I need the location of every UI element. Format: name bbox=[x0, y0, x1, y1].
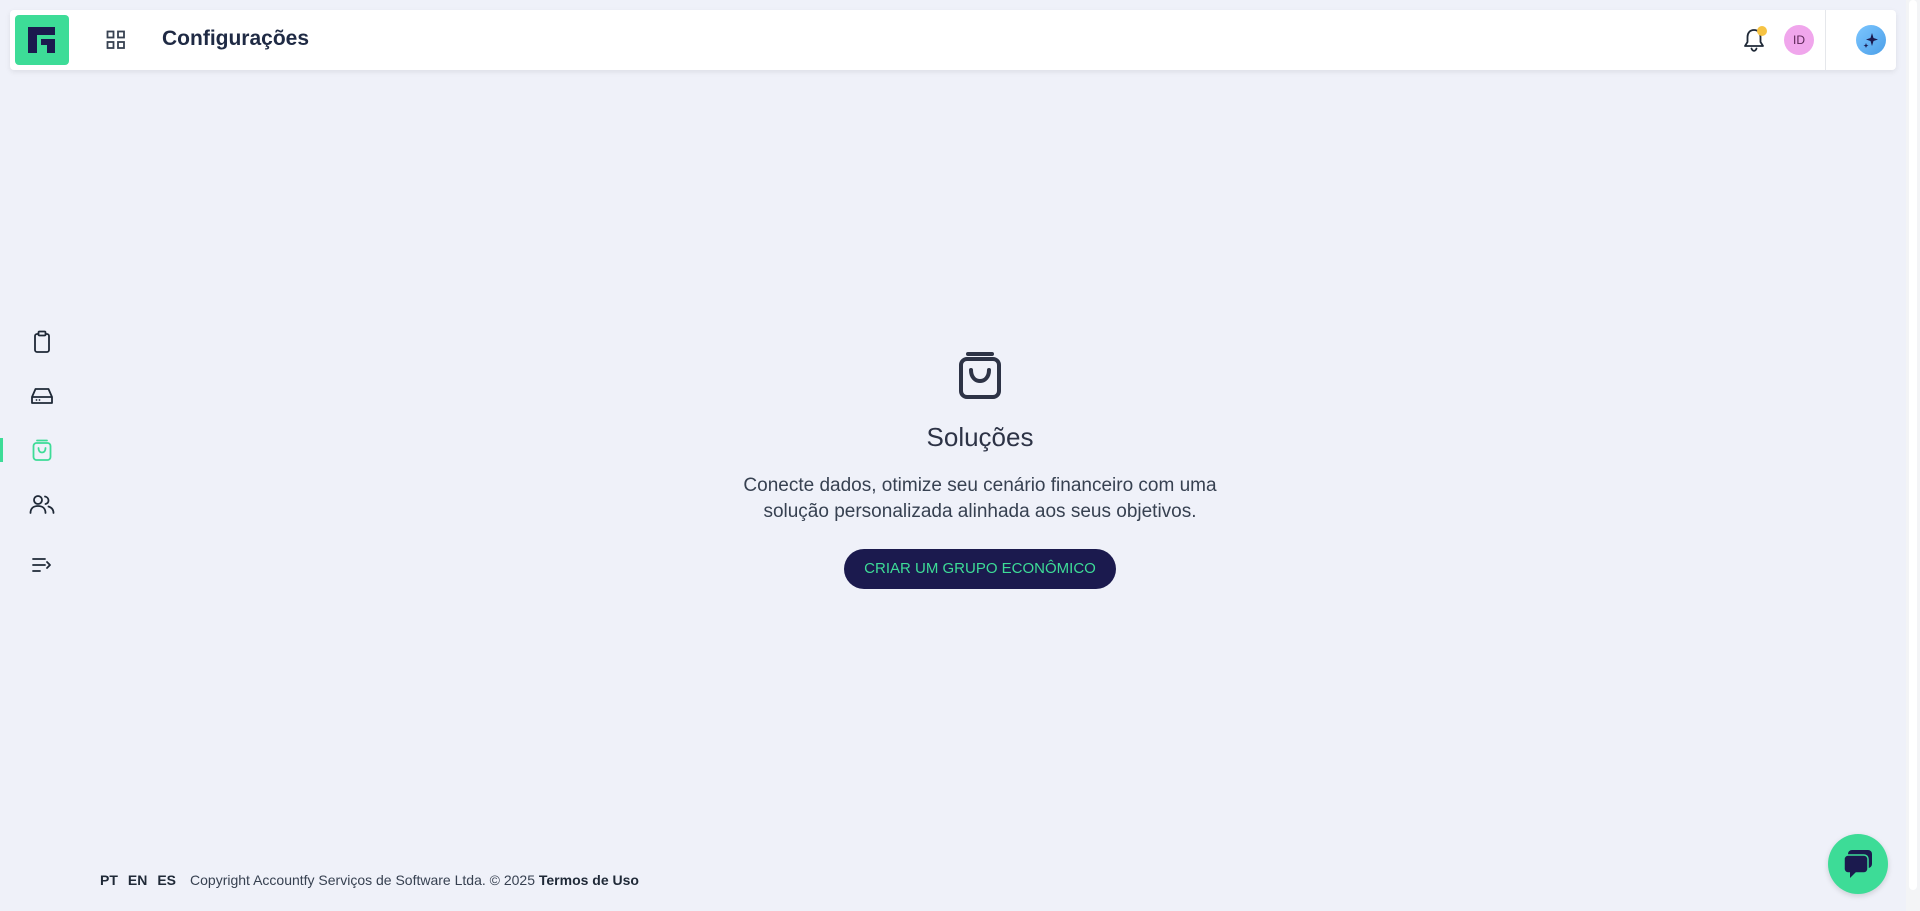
sidebar-item-solutions[interactable] bbox=[28, 436, 56, 464]
empty-state-description-line1: Conecte dados, otimize seu cenário finan… bbox=[743, 475, 1217, 496]
sidebar-active-indicator bbox=[0, 438, 3, 462]
page-scrollbar[interactable] bbox=[1906, 0, 1920, 911]
empty-state-title: Soluções bbox=[926, 422, 1034, 452]
language-en[interactable]: EN bbox=[128, 872, 147, 888]
chat-bubble-icon bbox=[1843, 850, 1872, 878]
terms-of-use-link[interactable]: Termos de Uso bbox=[539, 872, 639, 888]
sidebar-item-storage[interactable] bbox=[28, 382, 56, 410]
support-chat-button[interactable] bbox=[1828, 834, 1888, 894]
page-title: Configurações bbox=[162, 27, 310, 50]
notification-dot bbox=[1757, 26, 1767, 36]
scrollbar-thumb[interactable] bbox=[1909, 0, 1917, 890]
sidebar-item-clipboard[interactable] bbox=[28, 328, 56, 356]
collapse-menu-icon bbox=[32, 558, 51, 572]
shopping-bag-icon bbox=[32, 439, 52, 461]
empty-state-description-line2: solução personalizada alinhada aos seus … bbox=[763, 501, 1197, 522]
users-icon bbox=[29, 495, 55, 514]
clipboard-icon bbox=[34, 330, 50, 353]
language-es[interactable]: ES bbox=[157, 872, 176, 888]
logo-mark-icon bbox=[28, 27, 55, 53]
ai-sparkle-button[interactable] bbox=[1856, 25, 1886, 55]
header-divider bbox=[1825, 10, 1826, 70]
shopping-bag-icon bbox=[959, 352, 1001, 399]
hard-drive-icon bbox=[31, 388, 53, 404]
empty-state-description: Conecte dados, otimize seu cenário finan… bbox=[630, 473, 1330, 525]
apps-grid-icon[interactable] bbox=[106, 30, 126, 50]
copyright-text: Copyright Accountfy Serviços de Software… bbox=[190, 872, 639, 888]
notifications-bell-icon[interactable] bbox=[1742, 26, 1767, 53]
user-avatar[interactable]: ID bbox=[1784, 25, 1814, 55]
solutions-empty-state: Soluções Conecte dados, otimize seu cená… bbox=[630, 350, 1330, 589]
create-economic-group-button[interactable]: CRIAR UM GRUPO ECONÔMICO bbox=[844, 549, 1116, 589]
sidebar-item-users[interactable] bbox=[28, 490, 56, 518]
sidebar-collapse-toggle[interactable] bbox=[28, 551, 56, 579]
language-pt[interactable]: PT bbox=[100, 872, 118, 888]
top-bar: Configurações ID bbox=[10, 10, 1896, 70]
footer: PT EN ES Copyright Accountfy Serviços de… bbox=[100, 872, 639, 888]
sparkle-icon bbox=[1863, 33, 1878, 48]
accountfy-logo[interactable] bbox=[15, 15, 69, 65]
copyright-label: Copyright Accountfy Serviços de Software… bbox=[190, 872, 535, 888]
